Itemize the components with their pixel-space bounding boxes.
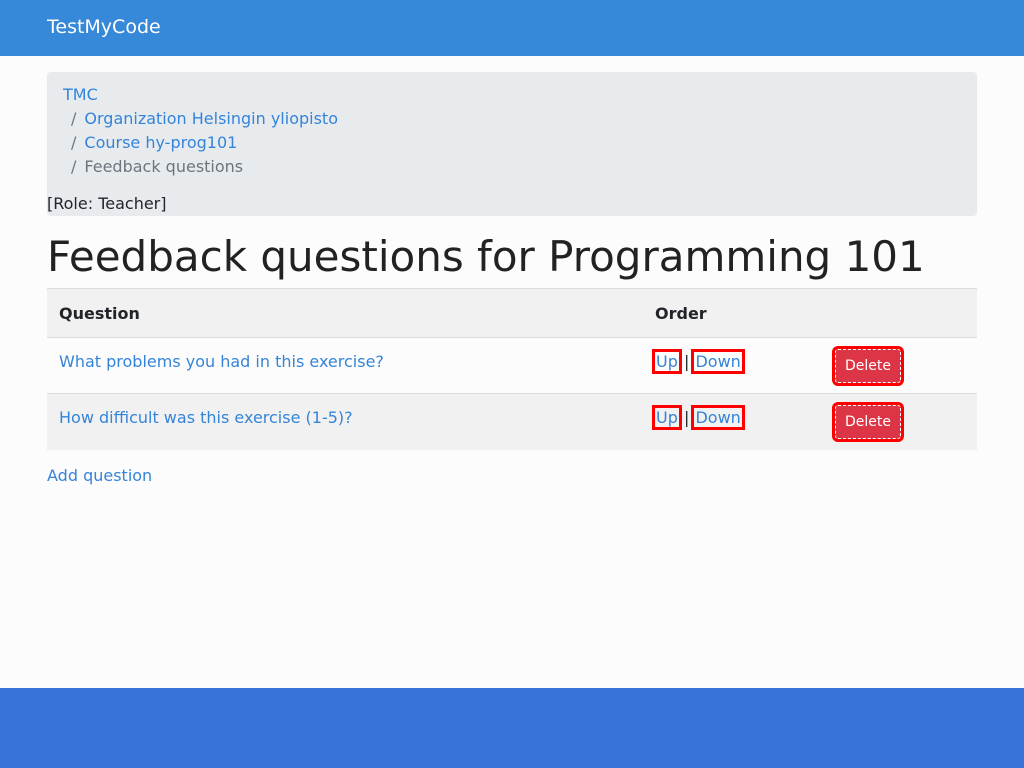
- page-title: Feedback questions for Programming 101: [47, 232, 925, 281]
- delete-button[interactable]: Delete: [832, 402, 904, 442]
- navbar: TestMyCode: [0, 0, 1024, 56]
- down-link[interactable]: Down: [691, 349, 745, 374]
- breadcrumb-organization[interactable]: Organization Helsingin yliopisto: [84, 109, 338, 128]
- table-row: What problems you had in this exercise? …: [47, 337, 977, 394]
- separator: |: [683, 352, 690, 371]
- up-link[interactable]: Up: [652, 349, 682, 374]
- role-label: [Role: Teacher]: [47, 194, 167, 213]
- separator: |: [683, 408, 690, 427]
- breadcrumb: TMC / Organization Helsingin yliopisto / C…: [47, 72, 977, 216]
- separator: /: [71, 157, 77, 176]
- brand-link[interactable]: TestMyCode: [47, 16, 161, 38]
- add-question-link[interactable]: Add question: [47, 466, 152, 485]
- down-link[interactable]: Down: [691, 405, 745, 430]
- header-order: Order: [643, 288, 823, 338]
- up-link[interactable]: Up: [652, 405, 682, 430]
- breadcrumb-current: Feedback questions: [84, 157, 244, 176]
- separator: /: [71, 133, 77, 152]
- breadcrumb-tmc[interactable]: TMC: [63, 85, 98, 104]
- questions-table: Question Order What problems you had in t…: [47, 288, 977, 450]
- footer: [0, 688, 1024, 768]
- separator: /: [71, 109, 77, 128]
- header-question: Question: [47, 288, 643, 338]
- breadcrumb-course[interactable]: Course hy-prog101: [84, 133, 237, 152]
- question-link[interactable]: How difficult was this exercise (1-5)?: [59, 408, 353, 427]
- delete-button[interactable]: Delete: [832, 346, 904, 386]
- question-link[interactable]: What problems you had in this exercise?: [59, 352, 384, 371]
- table-row: How difficult was this exercise (1-5)? U…: [47, 393, 977, 450]
